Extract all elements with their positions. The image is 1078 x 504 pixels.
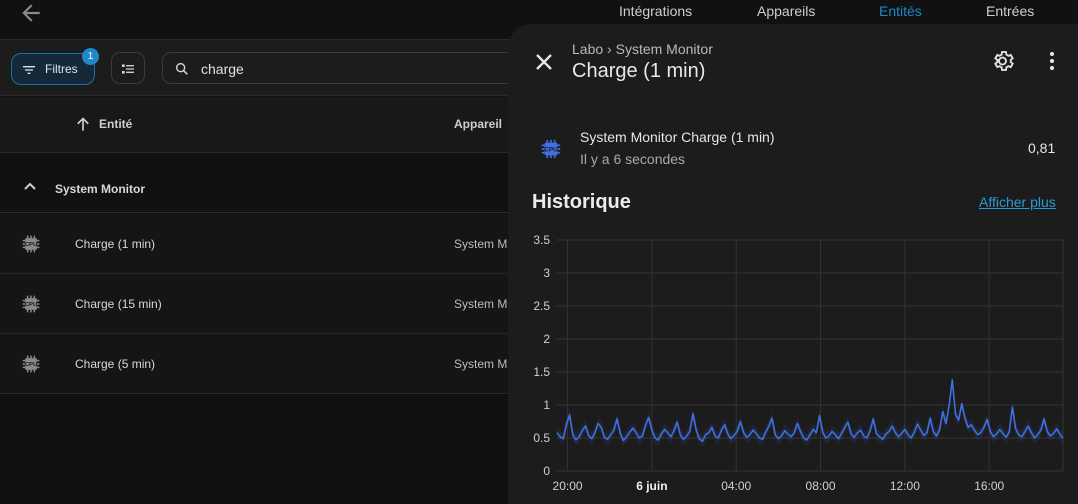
dialog-title: Charge (1 min) xyxy=(572,60,706,82)
tab-devices[interactable]: Appareils xyxy=(757,3,815,19)
x-tick-label: 08:00 xyxy=(806,479,836,493)
x-tick-label: 6 juin xyxy=(636,479,667,493)
y-tick-label: 3 xyxy=(543,266,550,280)
settings-button[interactable] xyxy=(992,49,1016,73)
chevron-up-icon xyxy=(24,182,36,190)
filters-count-badge: 1 xyxy=(82,48,99,65)
svg-text:CPU: CPU xyxy=(25,242,37,248)
checklist-icon xyxy=(122,64,134,74)
last-changed: Il y a 6 secondes xyxy=(580,151,686,167)
filters-label: Filtres xyxy=(45,62,78,76)
group-label: System Monitor xyxy=(55,182,146,196)
sort-ascending-icon[interactable] xyxy=(73,114,93,134)
y-tick-label: 2.5 xyxy=(533,299,550,313)
arrow-left-icon xyxy=(22,4,40,22)
entity-full-name: System Monitor Charge (1 min) xyxy=(580,129,775,145)
close-icon xyxy=(536,54,552,70)
column-header-entity[interactable]: Entité xyxy=(99,117,132,131)
tab-helpers[interactable]: Entrées xyxy=(986,3,1034,19)
tab-integrations[interactable]: Intégrations xyxy=(619,3,692,19)
gear-icon xyxy=(994,51,1014,71)
svg-text:CPU: CPU xyxy=(25,302,37,308)
y-tick-label: 0.5 xyxy=(533,431,550,445)
tab-entities[interactable]: Entités xyxy=(879,3,922,19)
chip-icon: CPU xyxy=(22,295,40,313)
show-more-link[interactable]: Afficher plus xyxy=(979,194,1056,210)
search-icon xyxy=(175,62,188,75)
history-chart[interactable]: 0 0.5 1 1.5 2 2.5 3 3.5 20:00 6 juin 04:00 08:00 12:… xyxy=(522,229,1072,504)
x-tick-label: 04:00 xyxy=(721,479,751,493)
entity-name: Charge (1 min) xyxy=(75,237,156,251)
more-vertical-icon xyxy=(1050,52,1054,70)
entity-name: Charge (5 min) xyxy=(75,357,156,371)
chip-icon: CPU xyxy=(22,235,40,253)
entity-state: 0,81 xyxy=(1028,140,1056,156)
filter-icon xyxy=(23,66,35,74)
svg-text:CPU: CPU xyxy=(544,146,558,153)
breadcrumb-separator: › xyxy=(607,41,612,57)
search-box xyxy=(162,52,522,84)
y-tick-label: 0 xyxy=(543,464,550,478)
chip-icon: CPU xyxy=(22,355,40,373)
breadcrumb-area[interactable]: Labo xyxy=(572,41,603,57)
column-header-device[interactable]: Appareil xyxy=(454,117,502,131)
device-name: System M xyxy=(454,357,508,371)
y-tick-label: 2 xyxy=(543,332,550,346)
breadcrumb-device[interactable]: System Monitor xyxy=(616,41,713,57)
y-tick-label: 1 xyxy=(543,398,550,412)
more-options-button[interactable] xyxy=(1042,49,1062,73)
svg-text:CPU: CPU xyxy=(25,362,37,368)
x-tick-label: 20:00 xyxy=(553,479,583,493)
series-band xyxy=(557,373,1063,448)
chip-icon: CPU xyxy=(541,139,561,159)
x-tick-label: 16:00 xyxy=(974,479,1004,493)
close-button[interactable] xyxy=(530,48,558,76)
breadcrumb: Labo › System Monitor xyxy=(572,41,713,57)
more-info-dialog: Labo › System Monitor Charge (1 min) CPU… xyxy=(508,24,1078,504)
device-name: System M xyxy=(454,297,508,311)
device-name: System M xyxy=(454,237,508,251)
selection-mode-button[interactable] xyxy=(111,52,145,84)
y-tick-label: 1.5 xyxy=(533,365,550,379)
x-tick-label: 12:00 xyxy=(890,479,920,493)
y-tick-label: 3.5 xyxy=(533,233,550,247)
history-title: Historique xyxy=(532,191,631,213)
search-input[interactable] xyxy=(201,59,501,79)
entity-name: Charge (15 min) xyxy=(75,297,162,311)
back-button[interactable] xyxy=(18,0,44,26)
